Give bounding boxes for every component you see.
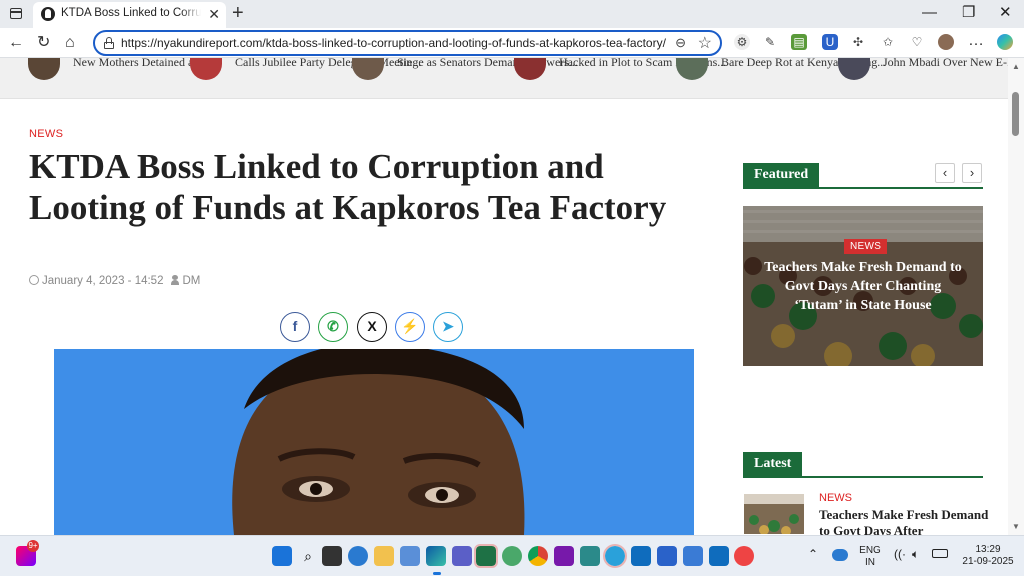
news-ticker: New Mothers Detained and... Calls Jubile… [0,58,1008,99]
ticker-thumbnail [352,58,384,80]
latest-section-header: Latest [743,452,983,478]
ticker-text[interactable]: Calls Jubilee Party Delegates Meetin... [235,58,421,70]
pokeball-app-icon[interactable] [734,546,754,566]
latest-category[interactable]: NEWS [819,492,852,504]
chrome-icon[interactable] [528,546,548,566]
tab-title: KTDA Boss Linked to Corruption and Looti… [61,7,201,19]
file-explorer-icon[interactable] [374,546,394,566]
featured-label: Featured [743,163,820,187]
lock-icon[interactable] [103,37,114,49]
article-hero-image [54,349,694,535]
restore-button[interactable]: ❐ [962,4,975,22]
outlook-new-icon[interactable] [709,546,729,566]
url-text[interactable]: https://nyakundireport.com/ktda-boss-lin… [121,36,666,50]
show-hidden-icons-chevron-icon[interactable]: ⌃ [808,548,818,560]
favorites-icon[interactable]: ✩ [880,34,896,50]
latest-label: Latest [743,452,803,476]
start-windows-icon[interactable] [272,546,292,566]
ticker-thumbnail [514,58,546,80]
messenger-share-button[interactable]: ⚡ [395,312,425,342]
extension-icon-1[interactable]: ⚙ [734,34,750,50]
scroll-down-icon[interactable]: ▼ [1012,522,1020,531]
article-meta: January 4, 2023 - 14:52 DM [29,275,200,287]
volume-icon[interactable]: 🔈︎ [912,548,919,560]
portrait-photo [54,349,694,535]
featured-category-badge[interactable]: NEWS [844,239,888,254]
latest-story-title[interactable]: Teachers Make Fresh Demand to Govt Days … [819,507,994,535]
help-icon[interactable] [348,546,368,566]
active-tab[interactable]: KTDA Boss Linked to Corruption and Looti… [33,2,226,28]
profile-avatar[interactable] [938,34,954,50]
whatsapp-share-button[interactable]: ✆ [318,312,348,342]
notepad-icon[interactable] [580,546,600,566]
browser-essentials-icon[interactable]: ♡ [909,34,925,50]
favorite-star-icon[interactable]: ☆ [698,33,712,53]
teams-icon[interactable] [452,546,472,566]
notification-badge: 9+ [27,540,39,552]
onenote-icon[interactable] [554,546,574,566]
chrome-profile-icon[interactable] [502,546,522,566]
address-bar[interactable]: https://nyakundireport.com/ktda-boss-lin… [93,30,722,56]
featured-prev-button[interactable]: ‹ [935,163,955,183]
edge-browser-icon[interactable] [426,546,446,566]
new-tab-button[interactable]: + [232,3,244,23]
app-icon[interactable] [657,546,677,566]
ticker-thumbnail [28,58,60,80]
featured-story-title[interactable]: Teachers Make Fresh Demand to Govt Days … [759,258,967,315]
user-icon [171,275,180,285]
wifi-icon[interactable]: ((· [894,548,906,560]
battery-icon[interactable] [932,549,948,558]
reader-mode-icon[interactable]: ⊖ [675,35,686,51]
facebook-share-button[interactable]: f [280,312,310,342]
minimize-button[interactable]: — [922,4,937,22]
ticker-thumbnail [838,58,870,80]
featured-story-card[interactable]: NEWS Teachers Make Fresh Demand to Govt … [743,206,983,366]
telegram-share-button[interactable]: ➤ [433,312,463,342]
shield-extension-icon[interactable]: U [822,34,838,50]
page-scrollbar[interactable]: ▲ ▼ [1008,58,1024,535]
extension-icon-2[interactable]: ✎ [762,34,778,50]
task-view-icon[interactable] [322,546,342,566]
extension-icon-3[interactable]: ▤ [791,34,807,50]
scroll-thumb[interactable] [1012,92,1019,136]
clock-icon [29,275,39,285]
article-date: January 4, 2023 - 14:52 [42,275,164,287]
ticker-text[interactable]: John Mbadi Over New E-... [883,58,1008,70]
copilot-icon[interactable] [997,34,1013,50]
browser-tab-bar: KTDA Boss Linked to Corruption and Looti… [0,0,1024,28]
onedrive-cloud-icon[interactable] [832,549,848,561]
ticker-text[interactable]: Siege as Senators Demand Answers... [397,58,578,70]
ticker-thumbnail [190,58,222,80]
search-icon[interactable]: ⌕ [298,546,318,566]
article-area: NEWS KTDA Boss Linked to Corruption and … [0,99,1008,535]
excel-icon[interactable] [474,544,498,568]
ticker-thumbnail [676,58,708,80]
article-author[interactable]: DM [182,275,200,287]
telegram-app-icon[interactable] [603,544,627,568]
tab-actions-icon[interactable] [8,6,26,22]
home-button[interactable]: ⌂ [65,33,75,53]
language-indicator[interactable]: ENG IN [858,545,882,569]
settings-menu-button[interactable]: … [968,31,984,51]
extensions-puzzle-icon[interactable]: ✣ [850,34,866,50]
article-category[interactable]: NEWS [29,128,63,140]
latest-story-thumbnail[interactable] [744,494,804,534]
windows-taskbar: 9+ ⌕ ⌃ ENG IN ((· 🔈︎ 13:29 21-09-2025 [0,535,1024,576]
photos-icon[interactable] [683,546,703,566]
tab-close-icon[interactable]: ✕ [208,6,220,22]
refresh-button[interactable]: ↻ [37,33,50,53]
scroll-up-icon[interactable]: ▲ [1012,62,1020,71]
site-favicon-icon [41,7,55,21]
web-page: New Mothers Detained and... Calls Jubile… [0,58,1008,535]
browser-toolbar: ← ↻ ⌂ https://nyakundireport.com/ktda-bo… [0,28,1024,58]
window-close-button[interactable]: ✕ [999,4,1012,22]
article-title: KTDA Boss Linked to Corruption and Looti… [29,147,667,227]
back-button[interactable]: ← [8,33,24,53]
clock-date[interactable]: 13:29 21-09-2025 [958,544,1018,568]
x-share-button[interactable]: X [357,312,387,342]
mail-app-icon[interactable] [400,546,420,566]
outlook-icon[interactable] [631,546,651,566]
featured-next-button[interactable]: › [962,163,982,183]
